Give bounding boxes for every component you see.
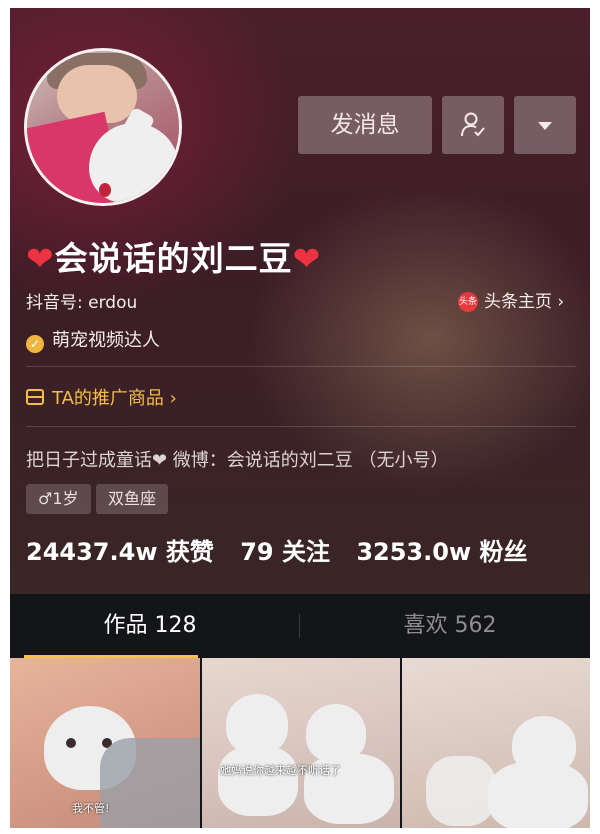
toutiao-icon: 头条 bbox=[458, 292, 478, 312]
following-count[interactable]: 79 关注 bbox=[240, 538, 330, 566]
verified-label: 萌宠视频达人 bbox=[52, 330, 160, 351]
promoted-products-label: TA的推广商品 › bbox=[52, 388, 177, 409]
verified-badge: ✓ 萌宠视频达人 bbox=[26, 326, 160, 353]
video-thumbnail[interactable] bbox=[402, 658, 590, 828]
followers-count[interactable]: 3253.0w 粉丝 bbox=[356, 538, 527, 566]
zodiac-tag: 双鱼座 bbox=[96, 484, 169, 514]
bio: 把日子过成童话❤ 微博：会说话的刘二豆 （无小号） bbox=[26, 450, 449, 471]
video-caption: 我不管! bbox=[72, 802, 110, 815]
profile-name: ❤会说话的刘二豆❤ bbox=[26, 232, 321, 280]
person-check-icon bbox=[461, 112, 485, 137]
dropdown-triangle-icon bbox=[538, 122, 552, 130]
tab-likes[interactable]: 喜欢 562 bbox=[350, 594, 550, 658]
video-thumbnail[interactable]: 我不管! bbox=[10, 658, 200, 828]
video-caption: 她妈说你越来越不听话了 bbox=[220, 764, 341, 777]
profile-header: 发消息 ❤会说话的刘二豆❤ 抖音号: erdou 头条 头条主页 › ✓ 萌宠视频达… bbox=[10, 8, 590, 594]
avatar[interactable] bbox=[24, 48, 182, 206]
shop-icon bbox=[26, 389, 44, 405]
check-badge-icon: ✓ bbox=[26, 335, 44, 353]
profile-name-text: 会说话的刘二豆 bbox=[54, 239, 293, 278]
tab-works[interactable]: 作品 128 bbox=[50, 594, 250, 658]
divider bbox=[26, 366, 576, 367]
toutiao-link-label: 头条主页 › bbox=[484, 292, 565, 312]
toutiao-homepage-link[interactable]: 头条 头条主页 › bbox=[458, 287, 564, 312]
more-options-button[interactable] bbox=[514, 96, 576, 154]
heart-icon: ❤ bbox=[292, 239, 322, 278]
profile-screen: 发消息 ❤会说话的刘二豆❤ 抖音号: erdou 头条 头条主页 › ✓ 萌宠视频达… bbox=[10, 8, 590, 828]
promoted-products-link[interactable]: TA的推广商品 › bbox=[26, 384, 177, 410]
follow-button[interactable] bbox=[442, 96, 504, 154]
likes-count: 24437.4w 获赞 bbox=[26, 538, 214, 566]
tab-divider bbox=[299, 614, 300, 638]
cat-image bbox=[226, 694, 288, 754]
content-tabs: 作品 128 喜欢 562 bbox=[10, 594, 590, 658]
divider bbox=[26, 426, 576, 427]
video-grid: 我不管! 她妈说你越来越不听话了 bbox=[10, 658, 590, 828]
send-message-button[interactable]: 发消息 bbox=[298, 96, 432, 154]
douyin-id: 抖音号: erdou bbox=[26, 293, 138, 313]
profile-stats: 24437.4w 获赞 79 关注 3253.0w 粉丝 bbox=[26, 532, 545, 567]
heart-icon: ❤ bbox=[26, 239, 55, 278]
age-tag: ♂1岁 bbox=[26, 484, 91, 514]
video-thumbnail[interactable]: 她妈说你越来越不听话了 bbox=[202, 658, 400, 828]
